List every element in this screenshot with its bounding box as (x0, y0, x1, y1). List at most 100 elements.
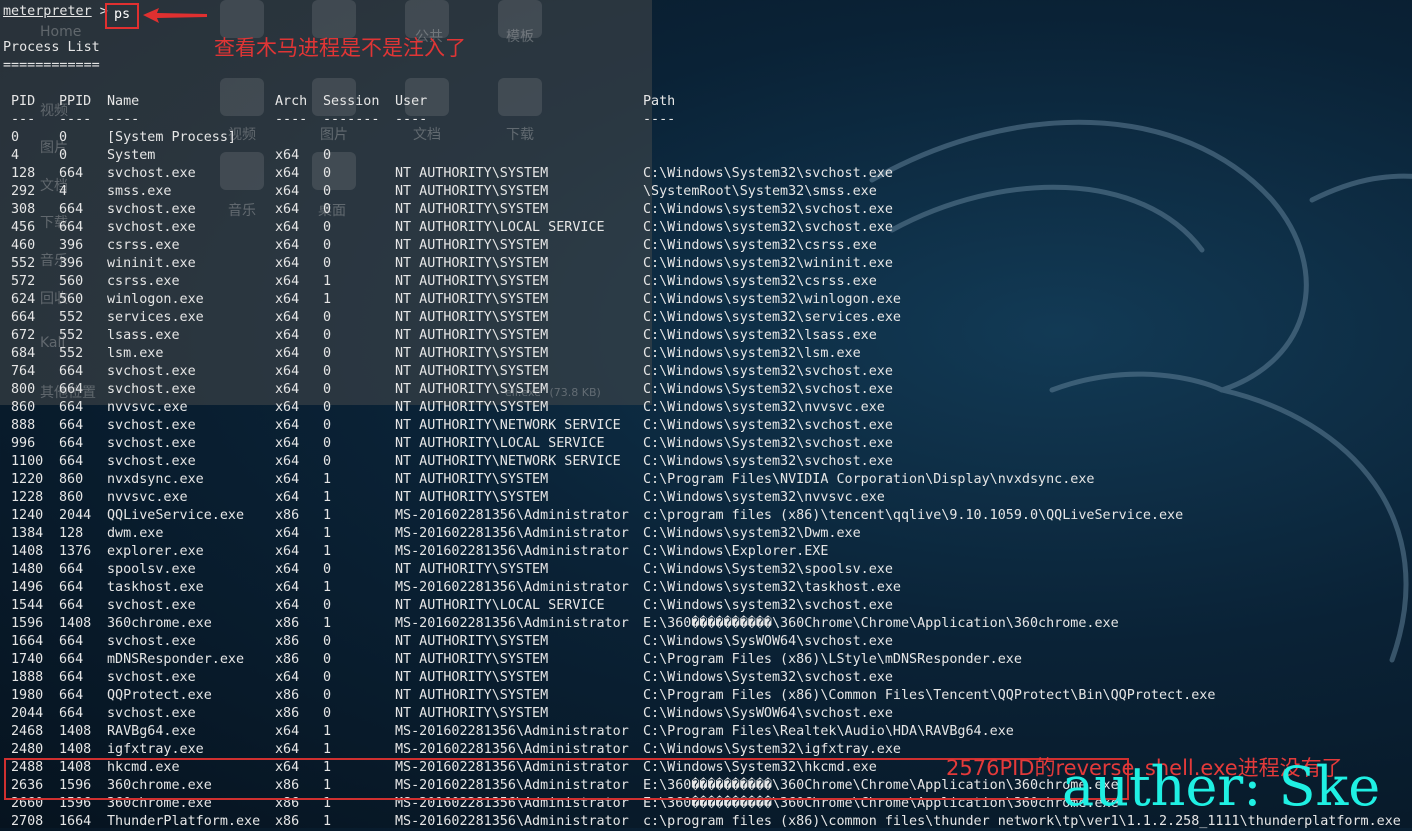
cell-path: C:\Windows\system32\lsm.exe (643, 346, 861, 361)
cell-arch: x64 (275, 382, 300, 397)
table-row: 4 0 System x64 0 (0, 147, 1412, 165)
cell-name: lsass.exe (107, 328, 180, 343)
cell-name: svchost.exe (107, 634, 196, 649)
cell-session: 0 (323, 454, 332, 469)
cell-arch: x64 (275, 436, 300, 451)
cell-path: c:\program files (x86)\tencent\qqlive\9.… (643, 508, 1184, 523)
cell-session: 1 (323, 742, 332, 757)
cell-user: NT AUTHORITY\SYSTEM (395, 400, 549, 415)
cell-pid: 1228 (11, 490, 44, 505)
cell-name: mDNSResponder.exe (107, 652, 245, 667)
cell-name: dwm.exe (107, 526, 164, 541)
cell-ppid: 664 (59, 688, 84, 703)
table-row: 764 664 svchost.exe x64 0 NT AUTHORITY\SYSTEM… (0, 363, 1412, 381)
cell-ppid: 664 (59, 634, 84, 649)
cell-session: 0 (323, 670, 332, 685)
cell-ppid: 1408 (59, 742, 92, 757)
cell-ppid: 2044 (59, 508, 92, 523)
cell-ppid: 128 (59, 526, 84, 541)
cell-name: smss.exe (107, 184, 172, 199)
cell-arch: x64 (275, 274, 300, 289)
cell-pid: 1240 (11, 508, 44, 523)
dash-arch: ---- (275, 112, 308, 127)
cell-session: 1 (323, 508, 332, 523)
cell-user: NT AUTHORITY\SYSTEM (395, 238, 549, 253)
cell-path: C:\Windows\system32\Dwm.exe (643, 526, 861, 541)
cell-ppid: 664 (59, 418, 84, 433)
cell-user: MS-201602281356\Administrator (395, 616, 629, 631)
cell-pid: 1980 (11, 688, 44, 703)
cell-ppid: 664 (59, 436, 84, 451)
cell-pid: 4 (11, 148, 20, 163)
cell-user: NT AUTHORITY\SYSTEM (395, 274, 549, 289)
cell-ppid: 1664 (59, 814, 92, 829)
dash-pid: --- (11, 112, 36, 127)
cell-pid: 572 (11, 274, 36, 289)
cell-user: NT AUTHORITY\SYSTEM (395, 310, 549, 325)
cell-pid: 1100 (11, 454, 44, 469)
cell-name: services.exe (107, 310, 204, 325)
process-list-title: Process List (3, 40, 100, 55)
cell-session: 0 (323, 256, 332, 271)
cell-arch: x64 (275, 580, 300, 595)
cell-session: 0 (323, 364, 332, 379)
cell-name: svchost.exe (107, 598, 196, 613)
cell-user: NT AUTHORITY\SYSTEM (395, 166, 549, 181)
cell-path: C:\Windows\System32\igfxtray.exe (643, 742, 901, 757)
table-row: 308 664 svchost.exe x64 0 NT AUTHORITY\SYSTEM… (0, 201, 1412, 219)
cell-session: 1 (323, 580, 332, 595)
cell-pid: 456 (11, 220, 36, 235)
cell-user: NT AUTHORITY\SYSTEM (395, 382, 549, 397)
cell-session: 0 (323, 400, 332, 415)
cell-arch: x86 (275, 508, 300, 523)
cell-name: svchost.exe (107, 202, 196, 217)
table-row: 800 664 svchost.exe x64 0 NT AUTHORITY\SYSTEM… (0, 381, 1412, 399)
cell-session: 0 (323, 598, 332, 613)
table-row: 2468 1408 RAVBg64.exe x64 1 MS-201602281356\A… (0, 723, 1412, 741)
cell-arch: x64 (275, 400, 300, 415)
table-row: 1100 664 svchost.exe x64 0 NT AUTHORITY\NETWO… (0, 453, 1412, 471)
cell-user: NT AUTHORITY\SYSTEM (395, 184, 549, 199)
header-dashes: --- ---- ---- ---- ------- ---- ---- (0, 111, 1412, 129)
cell-name: svchost.exe (107, 166, 196, 181)
cell-arch: x64 (275, 670, 300, 685)
cell-path: \SystemRoot\System32\smss.exe (643, 184, 877, 199)
cell-session: 0 (323, 328, 332, 343)
cell-user: MS-201602281356\Administrator (395, 742, 629, 757)
cell-pid: 2468 (11, 724, 44, 739)
cell-arch: x64 (275, 328, 300, 343)
cell-ppid: 560 (59, 292, 84, 307)
cell-session: 0 (323, 238, 332, 253)
cell-arch: x86 (275, 652, 300, 667)
cell-name: svchost.exe (107, 454, 196, 469)
table-row: 1220 860 nvxdsync.exe x64 1 NT AUTHORITY\SYST… (0, 471, 1412, 489)
cell-session: 0 (323, 184, 332, 199)
cell-ppid: 560 (59, 274, 84, 289)
cell-session: 1 (323, 724, 332, 739)
cell-name: svchost.exe (107, 382, 196, 397)
table-row: 292 4 smss.exe x64 0 NT AUTHORITY\SYSTEM \Syst… (0, 183, 1412, 201)
cell-arch: x86 (275, 634, 300, 649)
terminal-window[interactable]: meterpreter > ps 查看木马进程是不是注入了 Process Li… (0, 0, 1412, 829)
cell-path: E:\360����������\360Chrome\Chrome\Applic… (643, 616, 1119, 631)
cell-name: QQLiveService.exe (107, 508, 245, 523)
cell-user: MS-201602281356\Administrator (395, 580, 629, 595)
cell-path: C:\Program Files\NVIDIA Corporation\Disp… (643, 472, 1095, 487)
cell-ppid: 860 (59, 490, 84, 505)
table-row: 460 396 csrss.exe x64 0 NT AUTHORITY\SYSTEM C:… (0, 237, 1412, 255)
cell-ppid: 664 (59, 454, 84, 469)
header-session: Session (323, 94, 380, 109)
cell-user: MS-201602281356\Administrator (395, 544, 629, 559)
cell-session: 1 (323, 616, 332, 631)
table-row: 1240 2044 QQLiveService.exe x86 1 MS-20160228… (0, 507, 1412, 525)
cell-path: C:\Windows\system32\nvvsvc.exe (643, 490, 885, 505)
cell-path: C:\Windows\System32\svchost.exe (643, 436, 893, 451)
cell-user: NT AUTHORITY\SYSTEM (395, 490, 549, 505)
cell-arch: x64 (275, 418, 300, 433)
cell-session: 0 (323, 634, 332, 649)
cell-path: C:\Windows\system32\csrss.exe (643, 274, 877, 289)
table-row: 1496 664 taskhost.exe x64 1 MS-201602281356\A… (0, 579, 1412, 597)
dash-name: ---- (107, 112, 140, 127)
table-row: 624 560 winlogon.exe x64 1 NT AUTHORITY\SYSTE… (0, 291, 1412, 309)
cell-ppid: 664 (59, 562, 84, 577)
